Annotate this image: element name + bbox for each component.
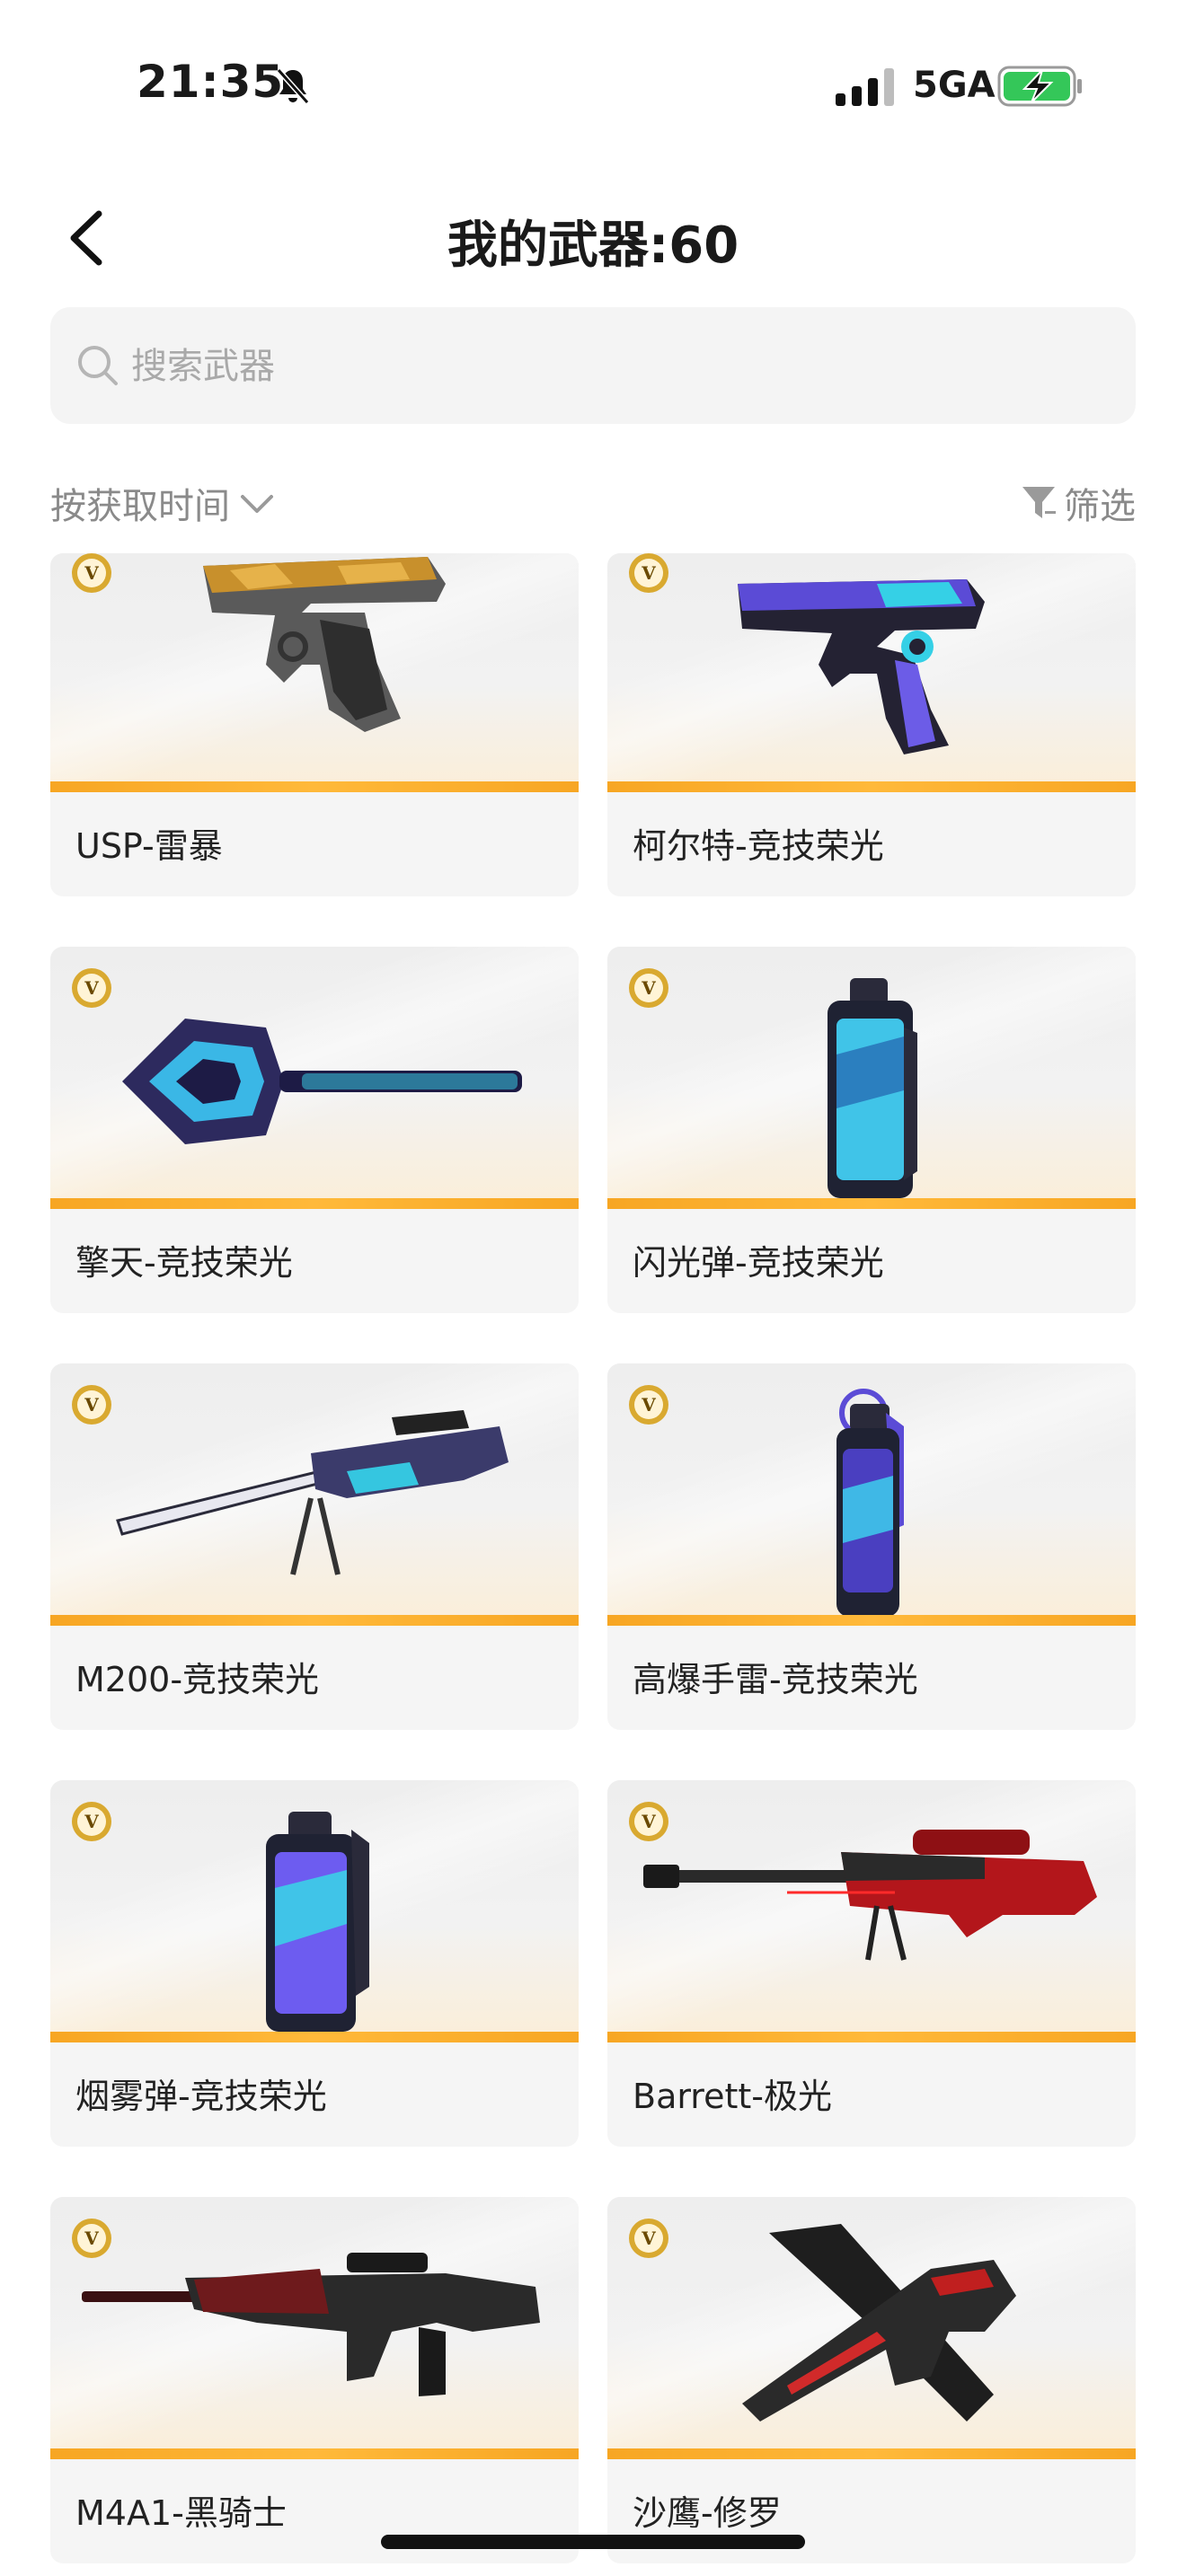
weapon-name: 柯尔特-竞技荣光	[633, 826, 884, 866]
weapon-image-area: V	[50, 947, 579, 1209]
signal-icon	[836, 68, 894, 106]
weapon-name: Barrett-极光	[633, 2077, 832, 2116]
weapon-image-area: V	[50, 2197, 579, 2459]
battery-charging-icon	[997, 66, 1082, 107]
weapon-grid: V USP-雷暴 V 柯尔特-竞技荣光 V 擎天-竞技荣光 V 闪光弹-竞技荣光…	[50, 553, 1136, 2563]
weapon-card[interactable]: V 沙鹰-修罗	[607, 2197, 1136, 2563]
weapon-name: USP-雷暴	[75, 826, 223, 866]
rarity-stripe	[50, 2448, 579, 2459]
rifle-icon	[82, 2253, 540, 2396]
weapon-name: 闪光弹-竞技荣光	[633, 1243, 884, 1283]
weapon-name: M200-竞技荣光	[75, 1660, 320, 1699]
rarity-stripe	[50, 781, 579, 792]
sniper-rifle-icon	[116, 1410, 509, 1575]
weapon-image-area: V	[607, 947, 1136, 1209]
weapon-image-area: V	[50, 1780, 579, 2042]
weapon-card[interactable]: V M4A1-黑骑士	[50, 2197, 579, 2563]
rarity-stripe	[607, 1615, 1136, 1626]
search-input[interactable]	[129, 334, 1103, 399]
pistol-icon	[738, 579, 985, 754]
weapon-name: 擎天-竞技荣光	[75, 1243, 293, 1283]
filter-button[interactable]: 筛选	[1021, 476, 1136, 530]
weapon-image-area: V	[50, 1363, 579, 1626]
weapon-image-area: V	[607, 1363, 1136, 1626]
chevron-down-icon	[241, 495, 273, 513]
weapon-image-area: V	[607, 2197, 1136, 2459]
search-icon	[78, 346, 118, 385]
weapon-image-area: V	[607, 1780, 1136, 2042]
weapon-name: 高爆手雷-竞技荣光	[633, 1660, 918, 1699]
shovel-icon	[122, 1019, 522, 1144]
weapon-name: M4A1-黑骑士	[75, 2493, 287, 2533]
grenade-icon	[836, 1389, 904, 1617]
rarity-stripe	[50, 2032, 579, 2042]
weapon-image-area: V	[50, 553, 579, 792]
sniper-rifle-icon	[643, 1830, 1097, 1961]
rarity-stripe	[607, 781, 1136, 792]
filter-label: 筛选	[1064, 486, 1136, 527]
sort-dropdown[interactable]: 按获取时间	[50, 476, 277, 530]
weapon-card[interactable]: V 闪光弹-竞技荣光	[607, 947, 1136, 1313]
weapon-card[interactable]: V USP-雷暴	[50, 553, 579, 896]
filter-icon	[1022, 487, 1056, 518]
rarity-stripe	[50, 1198, 579, 1209]
status-bar: 21:35 5GA	[0, 0, 1186, 171]
page-title: 我的武器:60	[447, 216, 739, 275]
grenade-icon	[266, 1812, 369, 2032]
weapon-card[interactable]: V 擎天-竞技荣光	[50, 947, 579, 1313]
rarity-stripe	[607, 2032, 1136, 2042]
weapon-image-area: V	[607, 553, 1136, 792]
pistol-icon	[742, 2224, 1016, 2422]
search-bar[interactable]	[50, 307, 1136, 424]
pistol-icon	[203, 557, 446, 732]
weapon-card[interactable]: V 烟雾弹-竞技荣光	[50, 1780, 579, 2147]
rarity-stripe	[607, 1198, 1136, 1209]
status-time: 21:35	[137, 56, 285, 108]
weapon-card[interactable]: V 高爆手雷-竞技荣光	[607, 1363, 1136, 1730]
bell-slash-icon	[276, 68, 310, 104]
grenade-icon	[828, 978, 917, 1198]
network-label: 5GA	[913, 65, 996, 106]
rarity-stripe	[607, 2448, 1136, 2459]
rarity-stripe	[50, 1615, 579, 1626]
sort-label: 按获取时间	[50, 486, 230, 527]
weapon-name: 沙鹰-修罗	[633, 2493, 782, 2533]
weapon-card[interactable]: V 柯尔特-竞技荣光	[607, 553, 1136, 896]
weapon-card[interactable]: V M200-竞技荣光	[50, 1363, 579, 1730]
home-indicator[interactable]	[381, 2535, 805, 2549]
weapon-name: 烟雾弹-竞技荣光	[75, 2077, 327, 2116]
weapon-card[interactable]: V Barrett-极光	[607, 1780, 1136, 2147]
